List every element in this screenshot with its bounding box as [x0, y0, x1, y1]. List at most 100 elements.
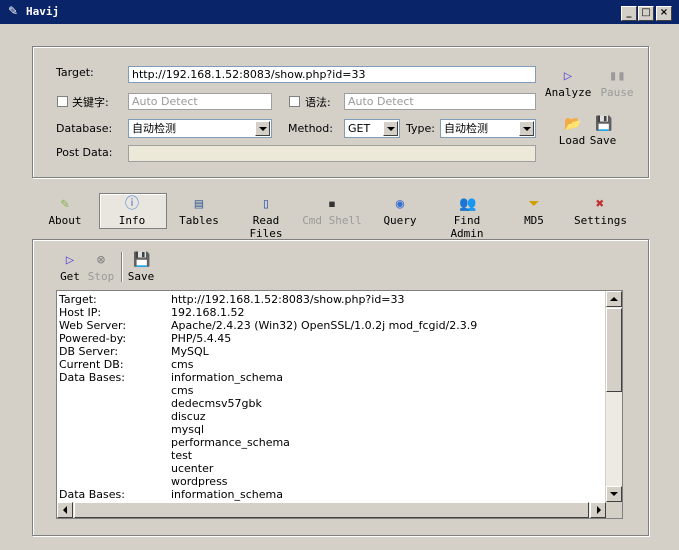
info-key: Host IP: — [59, 306, 102, 319]
folder-open-icon: 📂 — [564, 116, 582, 132]
app-icon: ✎ — [8, 4, 19, 18]
users-icon: 👥 — [459, 196, 477, 212]
toolbar-find-admin-label: Find Admin — [450, 214, 484, 240]
keyword-checkbox[interactable] — [57, 96, 68, 107]
horizontal-scrollbar[interactable] — [57, 502, 606, 518]
method-label: Method: — [288, 122, 333, 135]
chevron-down-icon[interactable] — [383, 121, 398, 136]
toolbar-about[interactable]: ✎ About — [44, 196, 86, 227]
keyword-input[interactable]: Auto Detect — [128, 93, 272, 110]
toolbar-tables-label: Tables — [179, 214, 219, 227]
play-icon: ▷ — [563, 68, 573, 84]
info-value: wordpress — [171, 475, 228, 488]
vertical-scroll-thumb[interactable] — [606, 308, 622, 392]
load-label: Load — [558, 134, 586, 147]
scroll-up-button[interactable] — [606, 291, 622, 307]
info-value: PHP/5.4.45 — [171, 332, 232, 345]
toolbar-about-label: About — [48, 214, 82, 227]
chevron-down-icon[interactable] — [255, 121, 270, 136]
toolbar-settings-label: Settings — [574, 214, 627, 227]
syntax-label: 语法: — [305, 96, 331, 109]
type-label: Type: — [406, 122, 435, 135]
save-info-button[interactable]: 💾 Save — [126, 252, 156, 283]
toolbar-divider — [121, 252, 123, 282]
toolbar-info[interactable]: ⓘ Info — [110, 196, 154, 227]
info-value: mysql — [171, 423, 204, 436]
scroll-down-button[interactable] — [606, 486, 622, 502]
method-select[interactable]: GET — [344, 119, 400, 138]
info-output[interactable]: Target: http://192.168.1.52:8083/show.php… — [56, 290, 623, 519]
toolbar-cmd-shell-label: Cmd Shell — [302, 214, 362, 227]
scroll-left-button[interactable] — [57, 502, 73, 518]
floppy-disk-icon: 💾 — [595, 116, 613, 132]
target-input[interactable]: http://192.168.1.52:8083/show.php?id=33 — [128, 66, 536, 83]
table-icon: ▤ — [194, 196, 204, 212]
document-icon: ▯ — [261, 196, 271, 212]
keyword-label: 关键字: — [72, 96, 109, 109]
toolbar-md5[interactable]: ⏷ MD5 — [519, 196, 549, 227]
toolbar-cmd-shell[interactable]: ▪ Cmd Shell — [302, 196, 362, 227]
type-select-value: 自动检测 — [444, 122, 488, 135]
postdata-input[interactable] — [128, 145, 536, 162]
vertical-scrollbar[interactable] — [605, 291, 622, 502]
save-info-label: Save — [127, 270, 155, 283]
info-value: cms — [171, 358, 194, 371]
toolbar-query[interactable]: ◉ Query — [381, 196, 419, 227]
toolbar-read-files[interactable]: ▯ Read Files — [234, 196, 298, 240]
pause-icon: ▮▮ — [609, 68, 626, 84]
get-button[interactable]: ▷ Get — [58, 252, 82, 283]
floppy-disk-icon: 💾 — [133, 252, 151, 268]
terminal-icon: ▪ — [327, 196, 337, 212]
info-key: Data Bases: — [59, 488, 125, 501]
pause-button[interactable]: ▮▮ Pause — [597, 68, 637, 99]
target-label: Target: — [56, 66, 94, 79]
pause-label: Pause — [600, 86, 634, 99]
load-button[interactable]: 📂 Load — [557, 116, 587, 147]
info-value: performance_schema — [171, 436, 290, 449]
window-title: Havij — [26, 5, 60, 18]
analyze-button[interactable]: ▷ Analyze — [545, 68, 591, 99]
toolbar-info-label: Info — [118, 214, 146, 227]
database-select[interactable]: 自动检测 — [128, 119, 272, 138]
info-value: MySQL — [171, 345, 209, 358]
database-select-value: 自动检测 — [132, 122, 176, 135]
syntax-input[interactable]: Auto Detect — [344, 93, 536, 110]
toolbar-read-files-label: Read Files — [249, 214, 283, 240]
info-value: information_schema — [171, 371, 283, 384]
funnel-icon: ⏷ — [528, 196, 540, 212]
info-value: discuz — [171, 410, 206, 423]
toolbar-tables[interactable]: ▤ Tables — [178, 196, 220, 227]
scroll-corner — [606, 502, 622, 518]
info-value: dedecmsv57gbk — [171, 397, 262, 410]
horizontal-scroll-thumb[interactable] — [74, 502, 589, 518]
info-value: Apache/2.4.23 (Win32) OpenSSL/1.0.2j mod… — [171, 319, 478, 332]
info-key: Web Server: — [59, 319, 127, 332]
toolbar-find-admin[interactable]: 👥 Find Admin — [434, 196, 500, 240]
type-select[interactable]: 自动检测 — [440, 119, 536, 138]
info-value: information_schema — [171, 488, 283, 501]
info-value: http://192.168.1.52:8083/show.php?id=33 — [171, 293, 405, 306]
close-button[interactable]: × — [656, 6, 672, 21]
save-target-label: Save — [589, 134, 617, 147]
info-key: Target: — [59, 293, 97, 306]
info-key: Current DB: — [59, 358, 124, 371]
query-icon: ◉ — [395, 196, 405, 212]
syntax-checkbox[interactable] — [289, 96, 300, 107]
tools-icon: ✖ — [595, 196, 605, 212]
chevron-down-icon[interactable] — [519, 121, 534, 136]
info-key: DB Server: — [59, 345, 119, 358]
method-select-value: GET — [348, 122, 371, 135]
title-bar[interactable]: ✎ Havij _ □ × — [0, 0, 679, 24]
toolbar-settings[interactable]: ✖ Settings — [574, 196, 627, 227]
save-target-button[interactable]: 💾 Save — [589, 116, 617, 147]
stop-button[interactable]: ⊗ Stop — [87, 252, 115, 283]
toolbar-md5-label: MD5 — [524, 214, 544, 227]
info-value: 192.168.1.52 — [171, 306, 245, 319]
maximize-button[interactable]: □ — [638, 6, 654, 21]
info-key: Powered-by: — [59, 332, 127, 345]
info-value: test — [171, 449, 193, 462]
minimize-button[interactable]: _ — [621, 6, 637, 21]
analyze-label: Analyze — [545, 86, 592, 99]
database-label: Database: — [56, 122, 113, 135]
scroll-right-button[interactable] — [590, 502, 606, 518]
